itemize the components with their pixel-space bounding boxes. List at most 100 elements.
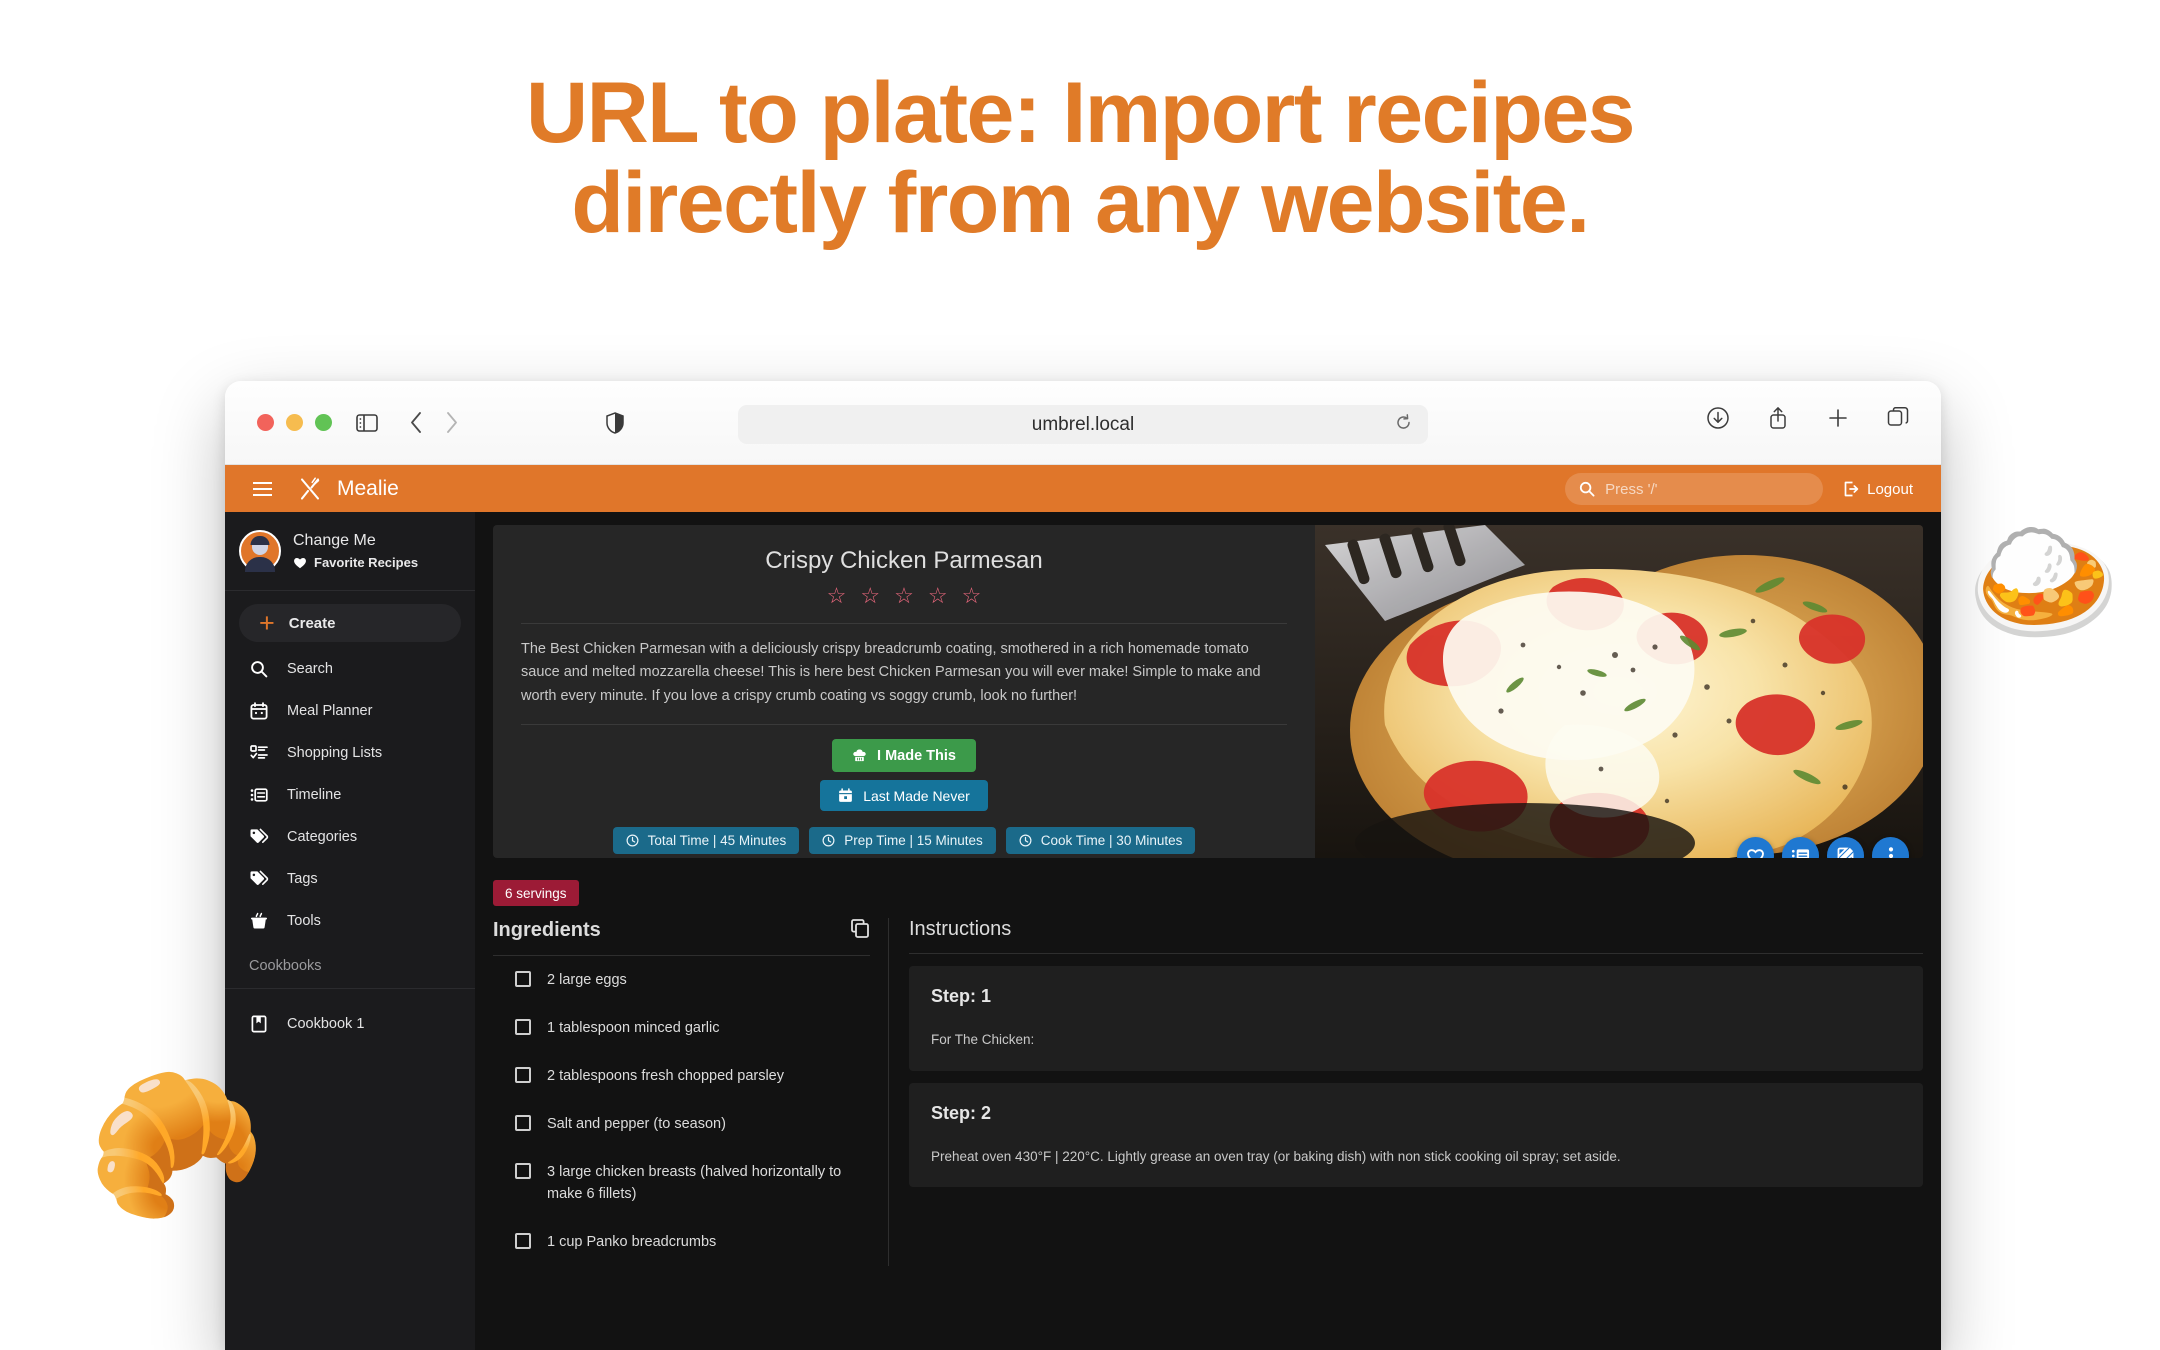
divider bbox=[521, 724, 1287, 726]
logout-label: Logout bbox=[1867, 480, 1913, 498]
sidebar-label: Tools bbox=[287, 913, 321, 929]
new-tab-icon[interactable] bbox=[1823, 403, 1853, 433]
ingredient-item[interactable]: 1 cup Panko breadcrumbs bbox=[493, 1218, 870, 1266]
edit-fab[interactable] bbox=[1827, 837, 1864, 858]
search-input[interactable]: Press '/' bbox=[1565, 473, 1824, 505]
more-fab[interactable] bbox=[1872, 837, 1909, 858]
mealie-app: Mealie Press '/' Logout Change Me Favori… bbox=[225, 465, 1941, 1350]
sidebar-item-shopping-lists[interactable]: Shopping Lists bbox=[225, 732, 475, 774]
star-icon[interactable]: ☆ bbox=[928, 585, 948, 607]
sidebar-item-tags[interactable]: Tags bbox=[225, 858, 475, 900]
crispy-chicken-parmesan-photo bbox=[1315, 525, 1923, 858]
browser-actions bbox=[1703, 403, 1913, 433]
tab-overview-icon[interactable] bbox=[1883, 403, 1913, 433]
book-icon bbox=[249, 1015, 269, 1033]
ingredient-checkbox[interactable] bbox=[515, 1163, 531, 1180]
ingredient-item[interactable]: 2 large eggs bbox=[493, 956, 870, 1004]
sidebar-item-search[interactable]: Search bbox=[225, 648, 475, 690]
ingredient-item[interactable]: 3 large chicken breasts (halved horizont… bbox=[493, 1148, 870, 1218]
star-icon[interactable]: ☆ bbox=[962, 585, 982, 607]
downloads-icon[interactable] bbox=[1703, 403, 1733, 433]
sidebar-label: Categories bbox=[287, 829, 358, 845]
window-controls[interactable] bbox=[257, 414, 332, 431]
sidebar-item-tools[interactable]: Tools bbox=[225, 900, 475, 942]
forward-arrow-icon[interactable] bbox=[434, 406, 470, 440]
app-brand-name: Mealie bbox=[337, 476, 399, 500]
maximize-window-button[interactable] bbox=[315, 414, 332, 431]
url-text: umbrel.local bbox=[1031, 413, 1135, 435]
star-icon[interactable]: ☆ bbox=[827, 585, 847, 607]
sidebar-label: Search bbox=[287, 661, 333, 677]
instruction-step[interactable]: Step: 1 For The Chicken: bbox=[909, 966, 1923, 1071]
tags-icon bbox=[249, 870, 269, 888]
ingredients-header: Ingredients bbox=[493, 918, 870, 955]
minimize-window-button[interactable] bbox=[286, 414, 303, 431]
ingredient-item[interactable]: Salt and pepper (to season) bbox=[493, 1100, 870, 1148]
instruction-step[interactable]: Step: 2 Preheat oven 430°F | 220°C. Ligh… bbox=[909, 1082, 1923, 1188]
clock-icon bbox=[1019, 834, 1032, 847]
last-made-button[interactable]: Last Made Never bbox=[820, 780, 988, 812]
ingredient-text: 3 large chicken breasts (halved horizont… bbox=[547, 1164, 842, 1203]
ingredient-item[interactable]: 2 tablespoons fresh chopped parsley bbox=[493, 1052, 870, 1100]
sidebar-item-meal-planner[interactable]: Meal Planner bbox=[225, 690, 475, 732]
servings-badge: 6 servings bbox=[493, 880, 579, 906]
divider bbox=[521, 623, 1287, 624]
shield-icon[interactable] bbox=[598, 406, 632, 440]
sidebar-item-timeline[interactable]: Timeline bbox=[225, 774, 475, 816]
create-button[interactable]: + Create bbox=[239, 604, 461, 642]
user-profile[interactable]: Change Me Favorite Recipes bbox=[225, 512, 475, 591]
sidebar-label: Shopping Lists bbox=[287, 745, 383, 761]
sidebar-item-favorites[interactable]: Favorite Recipes bbox=[293, 555, 418, 570]
calendar-icon bbox=[839, 788, 853, 803]
ingredient-item[interactable]: 1 tablespoon minced garlic bbox=[493, 1004, 870, 1052]
navigation-arrows[interactable] bbox=[398, 406, 470, 440]
ingredients-column: Ingredients 2 large eggs 1 tablespoon mi… bbox=[493, 918, 888, 1266]
recipe-detail-columns: Ingredients 2 large eggs 1 tablespoon mi… bbox=[493, 918, 1923, 1267]
ingredient-checkbox[interactable] bbox=[515, 1067, 531, 1084]
star-icon[interactable]: ☆ bbox=[894, 585, 914, 607]
i-made-this-button[interactable]: I Made This bbox=[832, 739, 976, 773]
ingredient-checkbox[interactable] bbox=[515, 1233, 531, 1250]
timeline-icon bbox=[249, 786, 269, 804]
servings-row: 6 servings bbox=[493, 880, 1923, 906]
plus-icon: + bbox=[259, 607, 275, 638]
search-icon bbox=[1580, 481, 1595, 497]
ingredient-text: 1 tablespoon minced garlic bbox=[547, 1020, 720, 1037]
heart-icon bbox=[294, 557, 306, 569]
ingredient-checkbox[interactable] bbox=[515, 1115, 531, 1132]
mealie-logo[interactable]: Mealie bbox=[297, 476, 399, 502]
search-placeholder: Press '/' bbox=[1605, 480, 1658, 498]
last-made-label: Last Made Never bbox=[863, 787, 970, 804]
favorite-fab[interactable] bbox=[1737, 837, 1774, 858]
chip-label: Prep Time | 15 Minutes bbox=[844, 833, 983, 849]
star-icon[interactable]: ☆ bbox=[860, 585, 880, 607]
instructions-header: Instructions bbox=[909, 918, 1923, 953]
total-time-chip: Total Time | 45 Minutes bbox=[612, 827, 800, 855]
avatar[interactable] bbox=[239, 530, 281, 572]
recipe-description: The Best Chicken Parmesan with a delicio… bbox=[521, 641, 1261, 704]
hamburger-menu-icon[interactable] bbox=[247, 474, 277, 504]
create-label: Create bbox=[288, 614, 336, 632]
chip-label: Cook Time | 30 Minutes bbox=[1040, 833, 1183, 849]
list-note-icon bbox=[1791, 848, 1810, 858]
ingredient-checkbox[interactable] bbox=[515, 1019, 531, 1036]
checklist-icon bbox=[249, 744, 269, 762]
copy-icon[interactable] bbox=[850, 918, 870, 943]
ingredient-checkbox[interactable] bbox=[515, 971, 531, 987]
sidebar-toggle-icon[interactable] bbox=[350, 406, 384, 440]
timeline-fab[interactable] bbox=[1782, 837, 1819, 858]
rating-stars[interactable]: ☆ ☆ ☆ ☆ ☆ bbox=[827, 585, 982, 607]
time-chips: Total Time | 45 Minutes Prep Time | 15 M… bbox=[521, 827, 1287, 855]
sidebar-label: Cookbook 1 bbox=[287, 1016, 365, 1032]
logout-button[interactable]: Logout bbox=[1829, 473, 1927, 505]
chef-hat-icon bbox=[853, 749, 866, 762]
sidebar-item-cookbook-1[interactable]: Cookbook 1 bbox=[225, 1003, 475, 1045]
sidebar-label: Meal Planner bbox=[287, 703, 373, 719]
sidebar-item-categories[interactable]: Categories bbox=[225, 816, 475, 858]
reload-icon[interactable] bbox=[1395, 414, 1412, 436]
recipe-header-card: Crispy Chicken Parmesan ☆ ☆ ☆ ☆ ☆ The Be… bbox=[493, 525, 1923, 858]
back-arrow-icon[interactable] bbox=[398, 406, 434, 440]
close-window-button[interactable] bbox=[257, 414, 274, 431]
address-bar[interactable]: umbrel.local bbox=[738, 405, 1428, 444]
share-icon[interactable] bbox=[1763, 403, 1793, 433]
